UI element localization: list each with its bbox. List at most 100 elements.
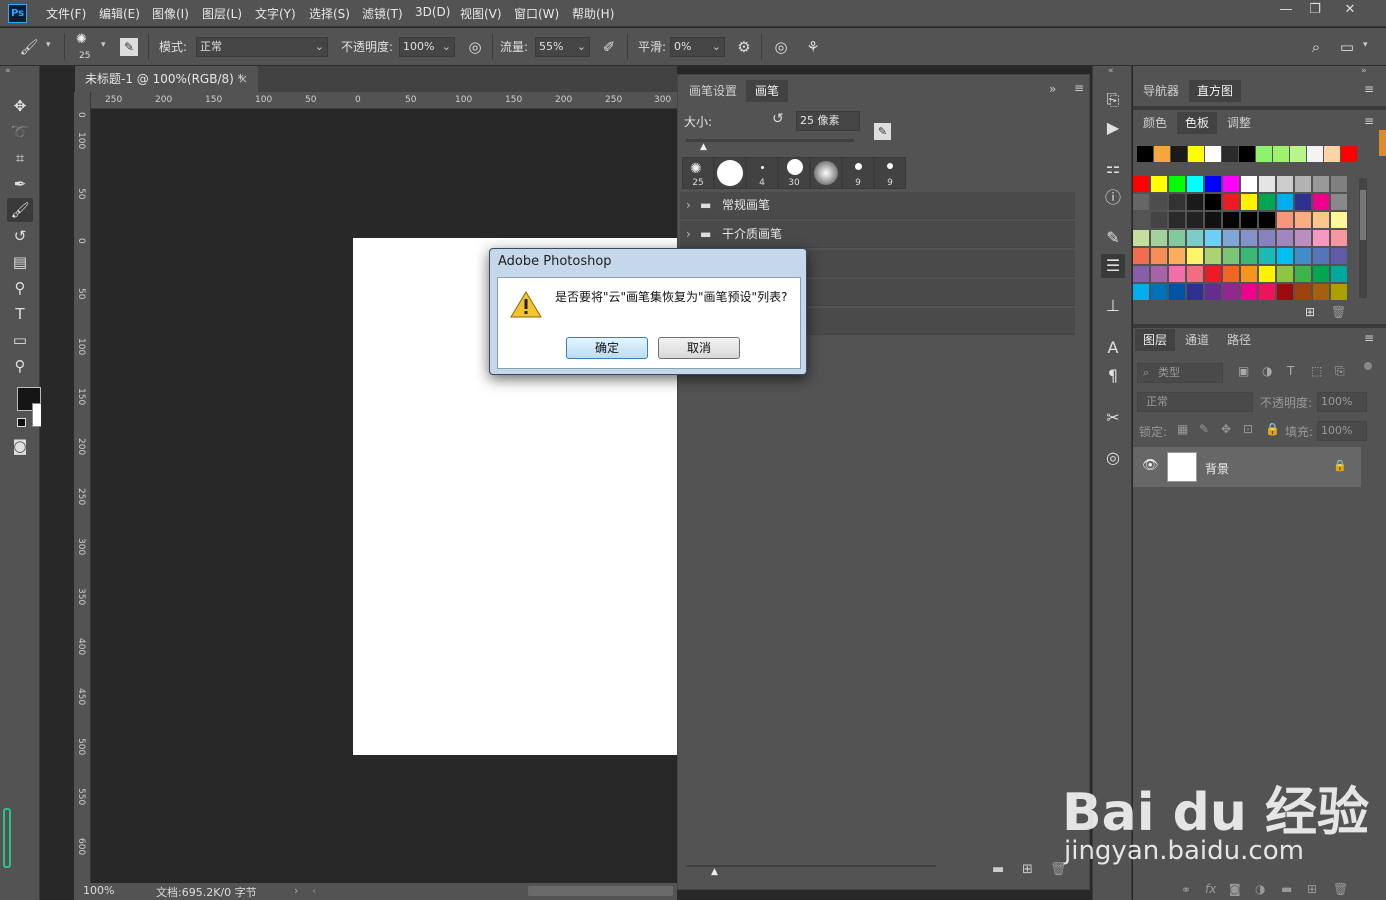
menu-window[interactable]: 窗口(W) — [514, 5, 559, 22]
color-swatch[interactable] — [1313, 266, 1329, 282]
lock-position-icon[interactable]: ✥ — [1221, 422, 1231, 436]
lasso-tool-icon[interactable]: ➰ — [7, 120, 33, 144]
trash-icon[interactable]: 🗑 — [1331, 305, 1346, 319]
recent-swatch[interactable] — [1205, 146, 1221, 162]
preview-slider-track[interactable] — [686, 865, 936, 867]
swatch-scrollbar[interactable] — [1359, 178, 1367, 298]
brush-thumb[interactable]: 9 — [842, 157, 874, 189]
zoom-tool-icon[interactable]: ⚲ — [7, 354, 33, 378]
menu-filter[interactable]: 滤镜(T) — [362, 5, 403, 22]
collapse-icon[interactable]: » — [1361, 66, 1367, 76]
size-slider-handle[interactable]: ▲ — [700, 142, 707, 152]
color-swatch[interactable] — [1223, 284, 1239, 300]
mode-select[interactable]: 正常 ⌄ — [196, 37, 328, 57]
lock-artboard-icon[interactable]: ⊡ — [1243, 422, 1253, 436]
history-icon[interactable]: ⎘ — [1101, 88, 1125, 112]
tab-brush-settings[interactable]: 画笔设置 — [680, 80, 746, 102]
color-swatch[interactable] — [1151, 212, 1167, 228]
paragraph-icon[interactable]: ¶ — [1101, 364, 1125, 388]
tab-histogram[interactable]: 直方图 — [1189, 80, 1242, 102]
color-swatch[interactable] — [1331, 230, 1347, 246]
color-swatch[interactable] — [1187, 266, 1203, 282]
color-swatch[interactable] — [1169, 194, 1185, 210]
brush-thumb[interactable] — [714, 157, 746, 189]
close-tab-icon[interactable]: × — [238, 66, 248, 92]
color-swatch[interactable] — [1241, 194, 1257, 210]
recent-swatch[interactable] — [1188, 146, 1204, 162]
clone-source-icon[interactable]: ⊥ — [1101, 294, 1125, 318]
size-field[interactable]: 25 像素 — [796, 111, 860, 131]
color-swatch[interactable] — [1295, 284, 1311, 300]
color-swatch[interactable] — [1331, 284, 1347, 300]
new-group-icon[interactable]: ▬ — [1281, 882, 1292, 896]
chevron-down-icon[interactable]: ▾ — [1363, 40, 1368, 50]
filter-toggle[interactable] — [1364, 362, 1372, 370]
color-swatch[interactable] — [1259, 248, 1275, 264]
color-swatch[interactable] — [1241, 284, 1257, 300]
brush-settings-toggle-icon[interactable]: ✎ — [120, 38, 138, 56]
chevron-down-icon[interactable]: ▾ — [101, 40, 106, 50]
brush-settings-icon[interactable]: ✎ — [1101, 226, 1125, 250]
recent-swatch[interactable] — [1341, 146, 1357, 162]
menu-file[interactable]: 文件(F) — [46, 5, 86, 22]
new-swatch-icon[interactable]: ⊞ — [1305, 305, 1315, 319]
chevron-right-icon[interactable]: › — [294, 884, 298, 897]
color-swatch[interactable] — [1223, 230, 1239, 246]
color-swatch[interactable] — [1151, 176, 1167, 192]
adjustment-layer-icon[interactable]: ◑ — [1255, 882, 1265, 896]
color-swatch[interactable] — [1241, 230, 1257, 246]
color-swatch[interactable] — [1313, 212, 1329, 228]
color-swatch[interactable] — [1133, 230, 1149, 246]
color-swatch[interactable] — [1223, 266, 1239, 282]
menu-3d[interactable]: 3D(D) — [415, 5, 450, 19]
shape-filter-icon[interactable]: ⬚ — [1311, 364, 1322, 378]
color-swatch[interactable] — [1241, 266, 1257, 282]
tab-color[interactable]: 颜色 — [1135, 112, 1175, 134]
recent-swatch[interactable] — [1307, 146, 1323, 162]
color-swatch[interactable] — [1277, 266, 1293, 282]
color-swatch[interactable] — [1277, 176, 1293, 192]
color-swatch[interactable] — [1259, 194, 1275, 210]
recent-swatch[interactable] — [1324, 146, 1340, 162]
layer-name[interactable]: 背景 — [1205, 460, 1229, 477]
color-swatch[interactable] — [1331, 176, 1347, 192]
color-swatch[interactable] — [1151, 248, 1167, 264]
restore-button[interactable]: ❐ — [1298, 0, 1332, 20]
color-swatch[interactable] — [1205, 284, 1221, 300]
character-icon[interactable]: A — [1101, 336, 1125, 360]
crop-tool-icon[interactable]: ⌗ — [7, 146, 33, 170]
color-swatch[interactable] — [1313, 176, 1329, 192]
color-swatch[interactable] — [1313, 194, 1329, 210]
color-swatch[interactable] — [1187, 176, 1203, 192]
pressure-size-icon[interactable]: ◎ — [770, 36, 792, 58]
size-slider-track[interactable] — [686, 139, 854, 142]
brush-group[interactable]: › ▬ 干介质画笔 — [680, 221, 1075, 248]
color-swatch[interactable] — [1151, 266, 1167, 282]
lock-all-icon[interactable]: 🔒 — [1265, 422, 1280, 436]
recent-swatch[interactable] — [1290, 146, 1306, 162]
new-layer-icon[interactable]: ⊞ — [1307, 882, 1317, 896]
recent-swatch[interactable] — [1137, 146, 1153, 162]
tool-presets-icon[interactable]: ✂ — [1101, 406, 1125, 430]
color-swatch[interactable] — [1259, 176, 1275, 192]
type-tool-icon[interactable]: T — [7, 302, 33, 326]
color-swatch[interactable] — [1169, 266, 1185, 282]
brush-thumb[interactable]: 9 — [874, 157, 906, 189]
chevron-down-icon[interactable]: ▾ — [46, 40, 51, 50]
panel-menu-icon[interactable]: ≡ — [1364, 114, 1374, 128]
tab-swatches[interactable]: 色板 — [1177, 112, 1218, 134]
color-swatch[interactable] — [1331, 212, 1347, 228]
tab-brushes[interactable]: 画笔 — [746, 80, 789, 102]
gradient-tool-icon[interactable]: ▤ — [7, 250, 33, 274]
document-tab[interactable]: 未标题-1 @ 100%(RGB/8) * × — [75, 66, 258, 92]
collapse-icon[interactable]: « — [5, 66, 11, 76]
tab-layers[interactable]: 图层 — [1135, 329, 1176, 351]
color-swatch[interactable] — [1205, 212, 1221, 228]
color-swatch[interactable] — [1331, 248, 1347, 264]
tab-channels[interactable]: 通道 — [1177, 329, 1217, 351]
preview-slider-handle[interactable]: ▲ — [711, 867, 718, 877]
fx-icon[interactable]: fx — [1205, 882, 1216, 896]
learn-icon[interactable]: ◎ — [1101, 446, 1125, 470]
color-swatch[interactable] — [1223, 212, 1239, 228]
color-swatch[interactable] — [1133, 266, 1149, 282]
